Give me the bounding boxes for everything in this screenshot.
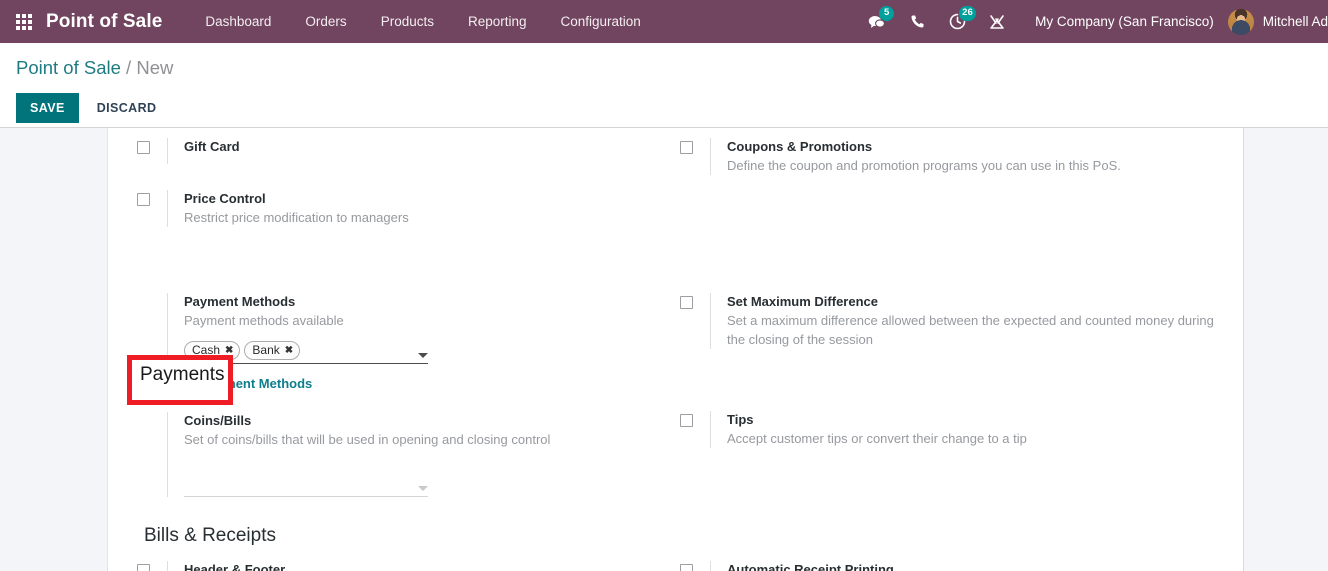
apps-grid-icon[interactable] bbox=[16, 14, 32, 30]
setting-price-control[interactable]: Price Control Restrict price modificatio… bbox=[137, 190, 680, 227]
setting-coupons-promotions[interactable]: Coupons & Promotions Define the coupon a… bbox=[680, 138, 1223, 175]
setting-body: Price Control Restrict price modificatio… bbox=[184, 190, 680, 227]
setting-description: Set a maximum difference allowed between… bbox=[727, 311, 1223, 349]
discard-button[interactable]: DISCARD bbox=[97, 101, 157, 115]
settings-column-left: Gift Card Price Control Restrict price m… bbox=[137, 138, 680, 235]
settings-sheet: Gift Card Price Control Restrict price m… bbox=[107, 128, 1244, 571]
action-button-row: SAVE DISCARD bbox=[16, 93, 1328, 123]
breadcrumb: Point of Sale / New bbox=[16, 57, 1328, 79]
breadcrumb-current: New bbox=[136, 57, 173, 78]
setting-label: Price Control bbox=[184, 190, 680, 208]
wrench-icon[interactable] bbox=[982, 0, 1012, 43]
clock-icon[interactable]: 26 bbox=[942, 0, 972, 43]
breadcrumb-separator: / bbox=[126, 57, 131, 78]
setting-body: Coupons & Promotions Define the coupon a… bbox=[727, 138, 1223, 175]
settings-column-right: Set Maximum Difference Set a maximum dif… bbox=[680, 293, 1223, 505]
chevron-down-icon[interactable] bbox=[418, 486, 428, 491]
setting-body: Coins/Bills Set of coins/bills that will… bbox=[184, 412, 680, 497]
setting-body: Payment Methods Payment methods availabl… bbox=[184, 293, 680, 393]
setting-body: Automatic Receipt Printing Print receipt… bbox=[727, 561, 1223, 571]
setting-label: Payment Methods bbox=[184, 293, 680, 311]
save-button[interactable]: SAVE bbox=[16, 93, 79, 123]
header-footer-checkbox[interactable] bbox=[137, 564, 150, 571]
tips-checkbox[interactable] bbox=[680, 414, 693, 427]
setting-header-footer[interactable]: Header & Footer Add a custom message to … bbox=[137, 561, 680, 571]
divider bbox=[710, 293, 711, 349]
setting-body: Gift Card bbox=[184, 138, 680, 156]
gift-card-checkbox[interactable] bbox=[137, 141, 150, 154]
tag-label: Cash bbox=[192, 343, 220, 357]
price-control-checkbox[interactable] bbox=[137, 193, 150, 206]
setting-description: Define the coupon and promotion programs… bbox=[727, 156, 1223, 175]
setting-label: Tips bbox=[727, 411, 1223, 429]
nav-menu-products[interactable]: Products bbox=[364, 0, 451, 43]
setting-description: Payment methods available bbox=[184, 311, 680, 330]
top-navbar: Point of Sale Dashboard Orders Products … bbox=[0, 0, 1328, 43]
nav-menu-dashboard[interactable]: Dashboard bbox=[188, 0, 288, 43]
activities-count-badge: 26 bbox=[959, 6, 976, 21]
chat-bubble-icon[interactable]: 5 bbox=[862, 0, 892, 43]
setting-description: Accept customer tips or convert their ch… bbox=[727, 429, 1223, 448]
chevron-down-icon[interactable] bbox=[418, 353, 428, 358]
max-difference-checkbox[interactable] bbox=[680, 296, 693, 309]
setting-body: Header & Footer Add a custom message to … bbox=[184, 561, 680, 571]
setting-automatic-receipt-printing[interactable]: Automatic Receipt Printing Print receipt… bbox=[680, 561, 1223, 571]
remove-tag-icon[interactable]: ✖ bbox=[285, 345, 293, 356]
nav-menu-reporting[interactable]: Reporting bbox=[451, 0, 544, 43]
control-panel: Point of Sale / New SAVE DISCARD bbox=[0, 43, 1328, 128]
setting-description: Restrict price modification to managers bbox=[184, 208, 680, 227]
company-selector[interactable]: My Company (San Francisco) bbox=[1035, 14, 1214, 29]
settings-column-left: Header & Footer Add a custom message to … bbox=[137, 561, 680, 571]
tag-label: Bank bbox=[252, 343, 279, 357]
setting-label: Header & Footer bbox=[184, 561, 680, 571]
divider bbox=[167, 190, 168, 227]
divider bbox=[710, 561, 711, 571]
user-menu-label[interactable]: Mitchell Ad bbox=[1263, 14, 1328, 29]
payment-methods-tags-input[interactable]: Cash ✖ Bank ✖ bbox=[184, 341, 428, 364]
setting-gift-card[interactable]: Gift Card bbox=[137, 138, 680, 164]
section-title-bills-receipts: Bills & Receipts bbox=[144, 525, 1243, 547]
settings-row-group-payments: Payment Methods Payment methods availabl… bbox=[108, 293, 1243, 505]
setting-description: Set of coins/bills that will be used in … bbox=[184, 430, 680, 449]
divider bbox=[710, 411, 711, 448]
coupons-promotions-checkbox[interactable] bbox=[680, 141, 693, 154]
messages-count-badge: 5 bbox=[879, 6, 894, 21]
setting-body: Tips Accept customer tips or convert the… bbox=[727, 411, 1223, 448]
nav-menu-orders[interactable]: Orders bbox=[288, 0, 363, 43]
navbar-right-group: 5 26 My Company (San Francisco) Mitchell… bbox=[857, 0, 1328, 43]
settings-column-right: Coupons & Promotions Define the coupon a… bbox=[680, 138, 1223, 235]
setting-label: Set Maximum Difference bbox=[727, 293, 1223, 311]
settings-row-group-bills: Header & Footer Add a custom message to … bbox=[108, 561, 1243, 571]
divider bbox=[710, 138, 711, 175]
setting-label: Coupons & Promotions bbox=[727, 138, 1223, 156]
tag-bank[interactable]: Bank ✖ bbox=[244, 341, 300, 360]
setting-label: Gift Card bbox=[184, 138, 680, 156]
tag-cash[interactable]: Cash ✖ bbox=[184, 341, 240, 360]
divider bbox=[167, 412, 168, 497]
breadcrumb-root[interactable]: Point of Sale bbox=[16, 57, 121, 78]
divider bbox=[167, 138, 168, 164]
divider bbox=[167, 561, 168, 571]
setting-body: Set Maximum Difference Set a maximum dif… bbox=[727, 293, 1223, 349]
settings-column-left: Payment Methods Payment methods availabl… bbox=[137, 293, 680, 505]
settings-row-group-top: Gift Card Price Control Restrict price m… bbox=[108, 138, 1243, 235]
remove-tag-icon[interactable]: ✖ bbox=[225, 345, 233, 356]
automatic-receipt-printing-checkbox[interactable] bbox=[680, 564, 693, 571]
app-brand-title[interactable]: Point of Sale bbox=[46, 11, 162, 33]
nav-menu-configuration[interactable]: Configuration bbox=[544, 0, 658, 43]
setting-tips[interactable]: Tips Accept customer tips or convert the… bbox=[680, 411, 1223, 448]
setting-label: Coins/Bills bbox=[184, 412, 680, 430]
setting-label: Automatic Receipt Printing bbox=[727, 561, 1223, 571]
coins-bills-select[interactable] bbox=[184, 477, 428, 497]
settings-column-right: Automatic Receipt Printing Print receipt… bbox=[680, 561, 1223, 571]
user-avatar[interactable] bbox=[1228, 9, 1254, 35]
setting-max-difference[interactable]: Set Maximum Difference Set a maximum dif… bbox=[680, 293, 1223, 349]
settings-scroll-area[interactable]: Gift Card Price Control Restrict price m… bbox=[0, 128, 1328, 571]
setting-coins-bills: Coins/Bills Set of coins/bills that will… bbox=[137, 412, 680, 497]
phone-icon[interactable] bbox=[902, 0, 932, 43]
annotation-highlight-label: Payments bbox=[140, 364, 224, 386]
